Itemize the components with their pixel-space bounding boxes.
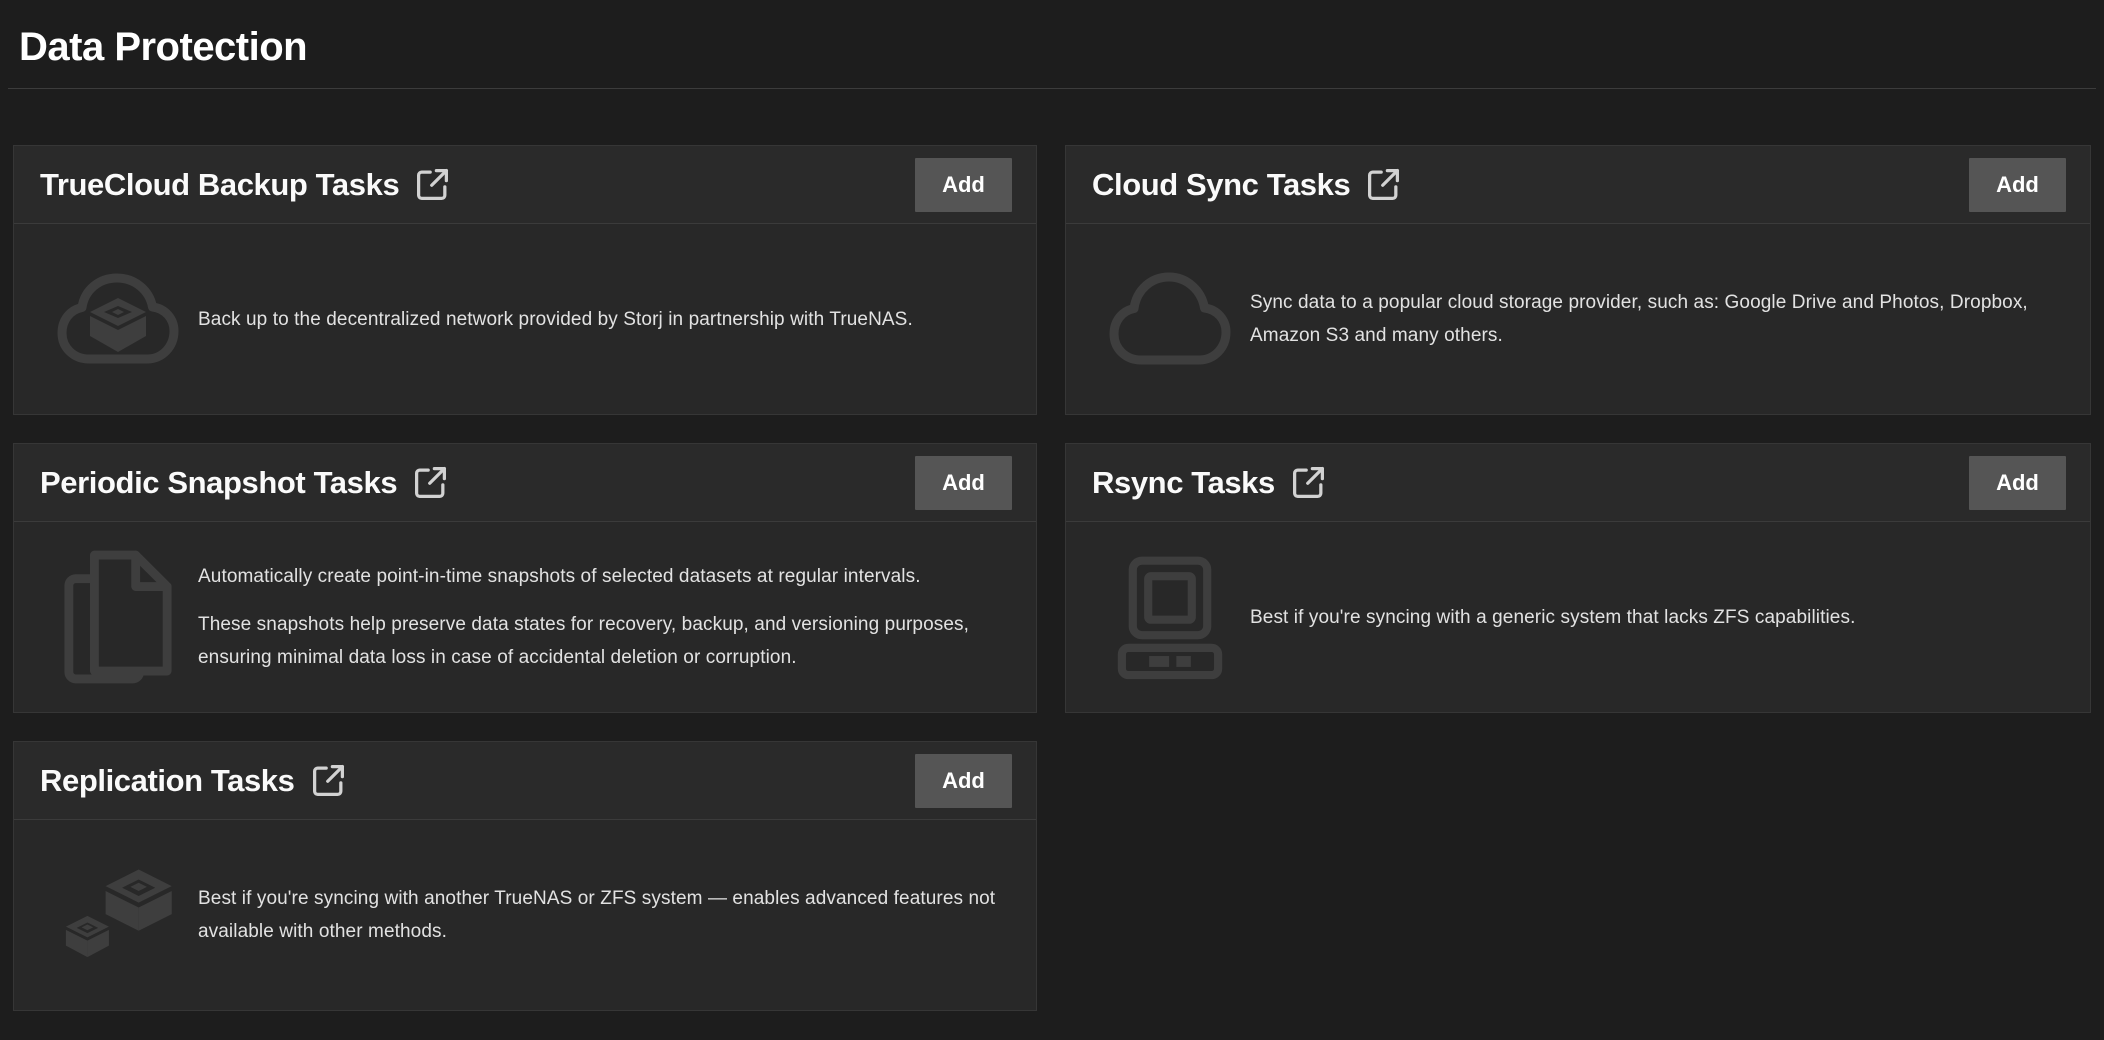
card-header: Rsync Tasks Add xyxy=(1066,444,2090,522)
page-title: Data Protection xyxy=(13,0,2091,72)
computer-icon xyxy=(1108,553,1232,681)
truecloud-backup-tasks-title[interactable]: TrueCloud Backup Tasks xyxy=(40,146,399,224)
cloud-icon xyxy=(1108,271,1232,367)
card-header: Cloud Sync Tasks Add xyxy=(1066,146,2090,224)
replication-cubes-icon xyxy=(56,860,180,970)
storj-cloud-icon xyxy=(56,272,180,366)
external-link-icon[interactable] xyxy=(412,464,449,501)
cards-grid: TrueCloud Backup Tasks Add xyxy=(13,145,2091,1011)
periodic-snapshot-tasks-title[interactable]: Periodic Snapshot Tasks xyxy=(40,444,397,522)
card-body: Back up to the decentralized network pro… xyxy=(14,224,1036,414)
card-truecloud-backup-tasks: TrueCloud Backup Tasks Add xyxy=(13,145,1037,415)
card-description: Sync data to a popular cloud storage pro… xyxy=(1250,286,2054,352)
card-description: Best if you're syncing with another True… xyxy=(198,882,1000,948)
card-body: Best if you're syncing with a generic sy… xyxy=(1066,522,2090,712)
card-body: Automatically create point-in-time snaps… xyxy=(14,522,1036,712)
add-truecloud-backup-button[interactable]: Add xyxy=(915,158,1012,212)
card-description: Automatically create point-in-time snaps… xyxy=(198,560,1000,674)
card-periodic-snapshot-tasks: Periodic Snapshot Tasks Add xyxy=(13,443,1037,713)
card-header: Replication Tasks Add xyxy=(14,742,1036,820)
replication-tasks-title[interactable]: Replication Tasks xyxy=(40,742,295,820)
add-periodic-snapshot-button[interactable]: Add xyxy=(915,456,1012,510)
card-replication-tasks: Replication Tasks Add xyxy=(13,741,1037,1011)
card-description: Back up to the decentralized network pro… xyxy=(198,303,913,336)
card-body: Sync data to a popular cloud storage pro… xyxy=(1066,224,2090,414)
external-link-icon[interactable] xyxy=(310,762,347,799)
card-rsync-tasks: Rsync Tasks Add xyxy=(1065,443,2091,713)
add-replication-button[interactable]: Add xyxy=(915,754,1012,808)
snapshot-documents-icon xyxy=(56,547,180,687)
data-protection-page: Data Protection TrueCloud Backup Tasks A… xyxy=(0,0,2104,1011)
card-header: Periodic Snapshot Tasks Add xyxy=(14,444,1036,522)
card-description: Best if you're syncing with a generic sy… xyxy=(1250,601,1855,634)
external-link-icon[interactable] xyxy=(1365,166,1402,203)
external-link-icon[interactable] xyxy=(414,166,451,203)
rsync-tasks-title[interactable]: Rsync Tasks xyxy=(1092,444,1275,522)
add-rsync-button[interactable]: Add xyxy=(1969,456,2066,510)
cloud-sync-tasks-title[interactable]: Cloud Sync Tasks xyxy=(1092,146,1350,224)
external-link-icon[interactable] xyxy=(1290,464,1327,501)
card-body: Best if you're syncing with another True… xyxy=(14,820,1036,1010)
add-cloud-sync-button[interactable]: Add xyxy=(1969,158,2066,212)
card-header: TrueCloud Backup Tasks Add xyxy=(14,146,1036,224)
card-cloud-sync-tasks: Cloud Sync Tasks Add Sync d xyxy=(1065,145,2091,415)
title-divider xyxy=(8,88,2096,89)
